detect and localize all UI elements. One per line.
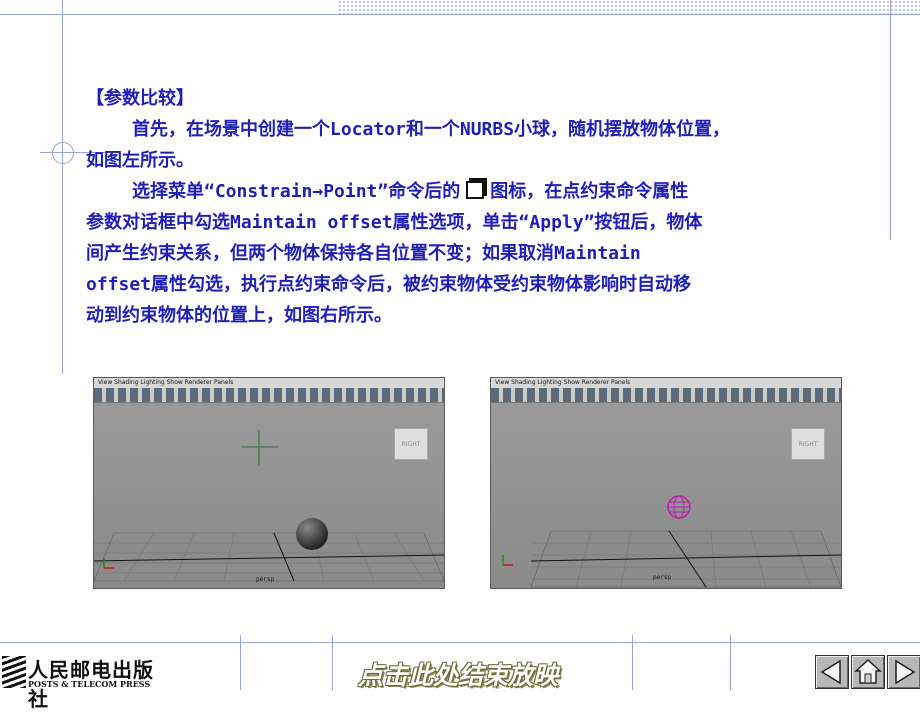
camera-label: persp [256,576,275,583]
paragraph-line: 首先，在场景中创建一个Locator和一个NURBS小球，随机摆放物体位置， [132,119,731,140]
decor-line [240,635,241,690]
publisher-mark-icon [2,656,26,688]
viewport-menu-bar[interactable]: View Shading Lighting Show Renderer Pane… [94,378,444,388]
decor-line [0,14,920,15]
home-button[interactable] [851,655,885,689]
section-heading: 【参数比较】 [86,88,194,109]
next-button[interactable] [887,655,920,689]
decor-line [332,635,333,690]
paragraph-line: 如图左所示。 [86,150,194,171]
paragraph-line: offset属性勾选，执行点约束命令后，被约束物体受约束物体影响时自动移 [86,274,692,295]
option-box-icon [466,181,485,199]
prev-icon [820,659,841,685]
paragraph-line: 选择菜单“Constrain→Point”命令后的 图标，在点约束命令属性 [86,176,876,207]
end-show-link[interactable]: 点击此处结束放映 [358,656,558,692]
locator-icon [242,430,278,466]
viewport-menu-bar[interactable]: View Shading Lighting Show Renderer Pane… [491,378,841,388]
next-icon [895,659,916,685]
decor-line [0,642,920,643]
slide-body: 【参数比较】 首先，在场景中创建一个Locator和一个NURBS小球，随机摆放… [86,83,876,331]
viewport-left: View Shading Lighting Show Renderer Pane… [93,377,445,589]
paragraph-line: 参数对话框中勾选Maintain offset属性选项，单击“Apply”按钮后… [86,212,703,233]
prev-button[interactable] [815,655,849,689]
publisher-logo: 人民邮电出版社 POSTS & TELECOM PRESS [0,654,166,711]
axis-gizmo-icon [502,555,513,566]
decor-line [62,0,63,374]
axis-gizmo-icon [103,558,114,569]
paragraph-line: 动到约束物体的位置上，如图右所示。 [86,305,392,326]
publisher-name-en: POSTS & TELECOM PRESS [28,679,151,689]
paragraph-fragment: 选择菜单“Constrain→Point”命令后的 [132,181,461,202]
decor-circle [52,142,74,164]
decor-line [730,635,731,690]
home-icon [854,658,882,684]
viewport-toolbar[interactable] [491,388,841,403]
view-cube[interactable]: RIGHT [791,428,825,460]
decor-line [890,0,891,240]
nurbs-sphere-icon [296,518,328,550]
viewport-right: View Shading Lighting Show Renderer Pane… [490,377,842,589]
decor-line [632,635,633,690]
viewport-toolbar[interactable] [94,388,444,403]
view-cube[interactable]: RIGHT [394,428,428,460]
paragraph-line: 间产生约束关系，但两个物体保持各自位置不变；如果取消Maintain [86,243,641,264]
camera-label: persp [653,574,672,581]
paragraph-fragment: 图标，在点约束命令属性 [490,181,689,202]
nurbs-sphere-icon [667,495,691,519]
